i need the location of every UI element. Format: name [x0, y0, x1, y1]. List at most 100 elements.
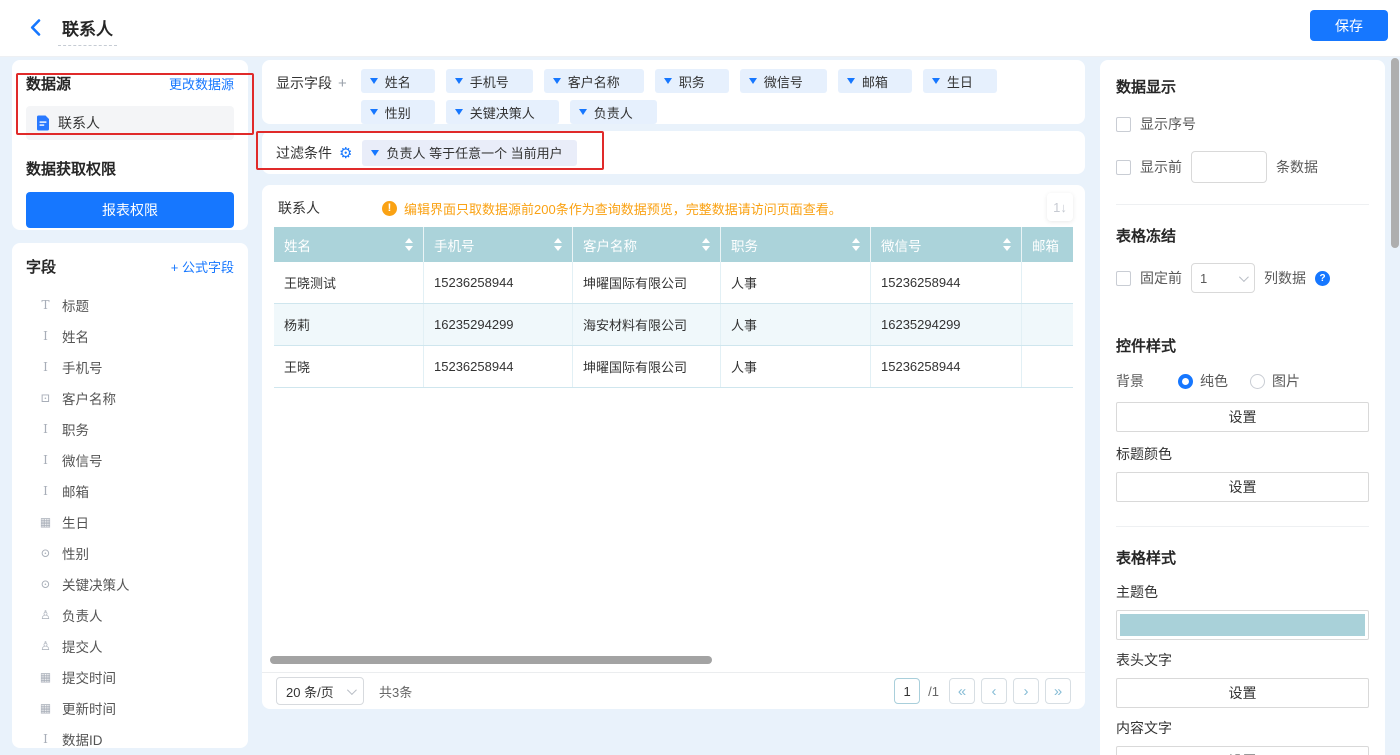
background-set-button[interactable]: 设置 [1116, 402, 1369, 432]
column-header[interactable]: 手机号 [424, 227, 573, 262]
column-header[interactable]: 客户名称 [573, 227, 721, 262]
warning-icon: ! [382, 201, 397, 216]
show-first-checkbox[interactable] [1116, 160, 1131, 175]
column-header-label: 邮箱 [1032, 235, 1059, 255]
data-display-title: 数据显示 [1116, 76, 1369, 97]
field-label: 微信号 [62, 450, 103, 470]
field-label: 提交时间 [62, 667, 116, 687]
freeze-checkbox[interactable] [1116, 271, 1131, 286]
field-item[interactable]: I职务 [26, 413, 234, 444]
table-cell: 15236258944 [871, 346, 1022, 387]
field-chip[interactable]: 客户名称 [544, 69, 644, 93]
field-chip[interactable]: 生日 [923, 69, 997, 93]
field-item[interactable]: ⊡客户名称 [26, 382, 234, 413]
table-cell: 15236258944 [424, 346, 573, 387]
field-chip[interactable]: 微信号 [740, 69, 827, 93]
scrollbar-thumb[interactable] [1391, 58, 1399, 248]
datasource-item-label: 联系人 [58, 113, 100, 133]
field-chip-rows: 姓名 手机号客户名称职务微信号邮箱生日性别 关键决策人 负责人 [361, 69, 997, 124]
table-cell: 坤曜国际有限公司 [573, 262, 721, 303]
page-size-select[interactable]: 20 条/页 [276, 677, 364, 705]
field-item[interactable]: ♙负责人 [26, 599, 234, 630]
current-page-input[interactable]: 1 [894, 678, 920, 704]
sort-order-icon[interactable]: 1↓ [1047, 193, 1073, 221]
prev-page-button[interactable]: ‹ [981, 678, 1007, 704]
text-icon: I [38, 360, 53, 374]
chevron-down-icon [932, 78, 940, 84]
show-first-count-input[interactable] [1191, 151, 1267, 183]
theme-color-picker[interactable] [1116, 610, 1369, 640]
table-row[interactable]: 王晓15236258944坤曜国际有限公司人事15236258944 [274, 346, 1073, 388]
sort-icon[interactable] [1003, 238, 1011, 251]
horizontal-scrollbar[interactable] [270, 656, 712, 664]
field-label: 姓名 [62, 326, 89, 346]
show-index-checkbox[interactable] [1116, 117, 1131, 132]
field-label: 关键决策人 [62, 574, 130, 594]
table-row[interactable]: 杨莉16235294299海安材料有限公司人事16235294299 [274, 304, 1073, 346]
field-item[interactable]: ▦生日 [26, 506, 234, 537]
field-label: 生日 [62, 512, 89, 532]
field-chip[interactable]: 负责人 [570, 100, 657, 124]
sort-icon[interactable] [852, 238, 860, 251]
back-button[interactable] [30, 19, 41, 41]
field-item[interactable]: I邮箱 [26, 475, 234, 506]
column-header[interactable]: 姓名 [274, 227, 424, 262]
sort-icon[interactable] [405, 238, 413, 251]
header-text-set-button[interactable]: 设置 [1116, 678, 1369, 708]
field-chip-label: 姓名 [385, 72, 411, 91]
display-fields-label: 显示字段 + [276, 69, 347, 124]
field-chip-label: 关键决策人 [470, 103, 535, 122]
solid-color-radio[interactable] [1178, 374, 1193, 389]
chevron-down-icon [370, 78, 378, 84]
add-field-button[interactable]: + [338, 75, 347, 92]
field-chip[interactable]: 关键决策人 [446, 100, 559, 124]
report-permission-button[interactable]: 报表权限 [26, 192, 234, 228]
help-icon[interactable]: ? [1315, 271, 1330, 286]
column-header-label: 手机号 [434, 235, 475, 255]
field-chip[interactable]: 职务 [655, 69, 729, 93]
data-table: 姓名手机号客户名称职务微信号邮箱 王晓测试15236258944坤曜国际有限公司… [274, 227, 1073, 388]
content-text-set-button[interactable]: 设置 [1116, 746, 1369, 755]
first-page-button[interactable]: « [949, 678, 975, 704]
field-chip[interactable]: 邮箱 [838, 69, 912, 93]
freeze-count-select[interactable]: 1 [1191, 263, 1255, 293]
person-icon: ♙ [38, 608, 53, 622]
top-bar: 联系人 保存 [0, 0, 1400, 57]
column-header[interactable]: 微信号 [871, 227, 1022, 262]
field-item[interactable]: ▦更新时间 [26, 692, 234, 723]
field-item[interactable]: ⊙性别 [26, 537, 234, 568]
table-row[interactable]: 王晓测试15236258944坤曜国际有限公司人事15236258944 [274, 262, 1073, 304]
field-chip[interactable]: 手机号 [446, 69, 533, 93]
gear-icon[interactable]: ⚙ [339, 144, 352, 162]
field-item[interactable]: I数据ID [26, 723, 234, 754]
field-item[interactable]: I手机号 [26, 351, 234, 382]
title-color-set-button[interactable]: 设置 [1116, 472, 1369, 502]
display-fields-text: 显示字段 [276, 75, 332, 91]
column-header[interactable]: 邮箱 [1022, 227, 1073, 262]
show-index-label: 显示序号 [1140, 114, 1196, 134]
field-item[interactable]: ▦提交时间 [26, 661, 234, 692]
last-page-button[interactable]: » [1045, 678, 1071, 704]
field-list: T标题I姓名I手机号⊡客户名称I职务I微信号I邮箱▦生日⊙性别⊙关键决策人♙负责… [26, 289, 234, 754]
table-cell: 15236258944 [871, 262, 1022, 303]
sort-icon[interactable] [554, 238, 562, 251]
next-page-button[interactable]: › [1013, 678, 1039, 704]
datasource-item[interactable]: 联系人 [26, 106, 234, 140]
window-scrollbar[interactable] [1391, 57, 1399, 755]
field-item[interactable]: ⊙关键决策人 [26, 568, 234, 599]
field-chip[interactable]: 性别 [361, 100, 435, 124]
field-item[interactable]: I姓名 [26, 320, 234, 351]
field-item[interactable]: I微信号 [26, 444, 234, 475]
field-chip[interactable]: 姓名 [361, 69, 435, 93]
image-radio[interactable] [1250, 374, 1265, 389]
column-header[interactable]: 职务 [721, 227, 871, 262]
field-item[interactable]: ♙提交人 [26, 630, 234, 661]
save-button[interactable]: 保存 [1310, 10, 1388, 41]
formula-field-link[interactable]: + 公式字段 [171, 257, 234, 276]
sort-icon[interactable] [702, 238, 710, 251]
page-total-label: /1 [928, 684, 939, 699]
filter-condition-chip[interactable]: 负责人 等于任意一个 当前用户 [362, 140, 576, 166]
table-cell: 16235294299 [871, 304, 1022, 345]
field-item[interactable]: T标题 [26, 289, 234, 320]
change-datasource-link[interactable]: 更改数据源 [169, 74, 234, 93]
